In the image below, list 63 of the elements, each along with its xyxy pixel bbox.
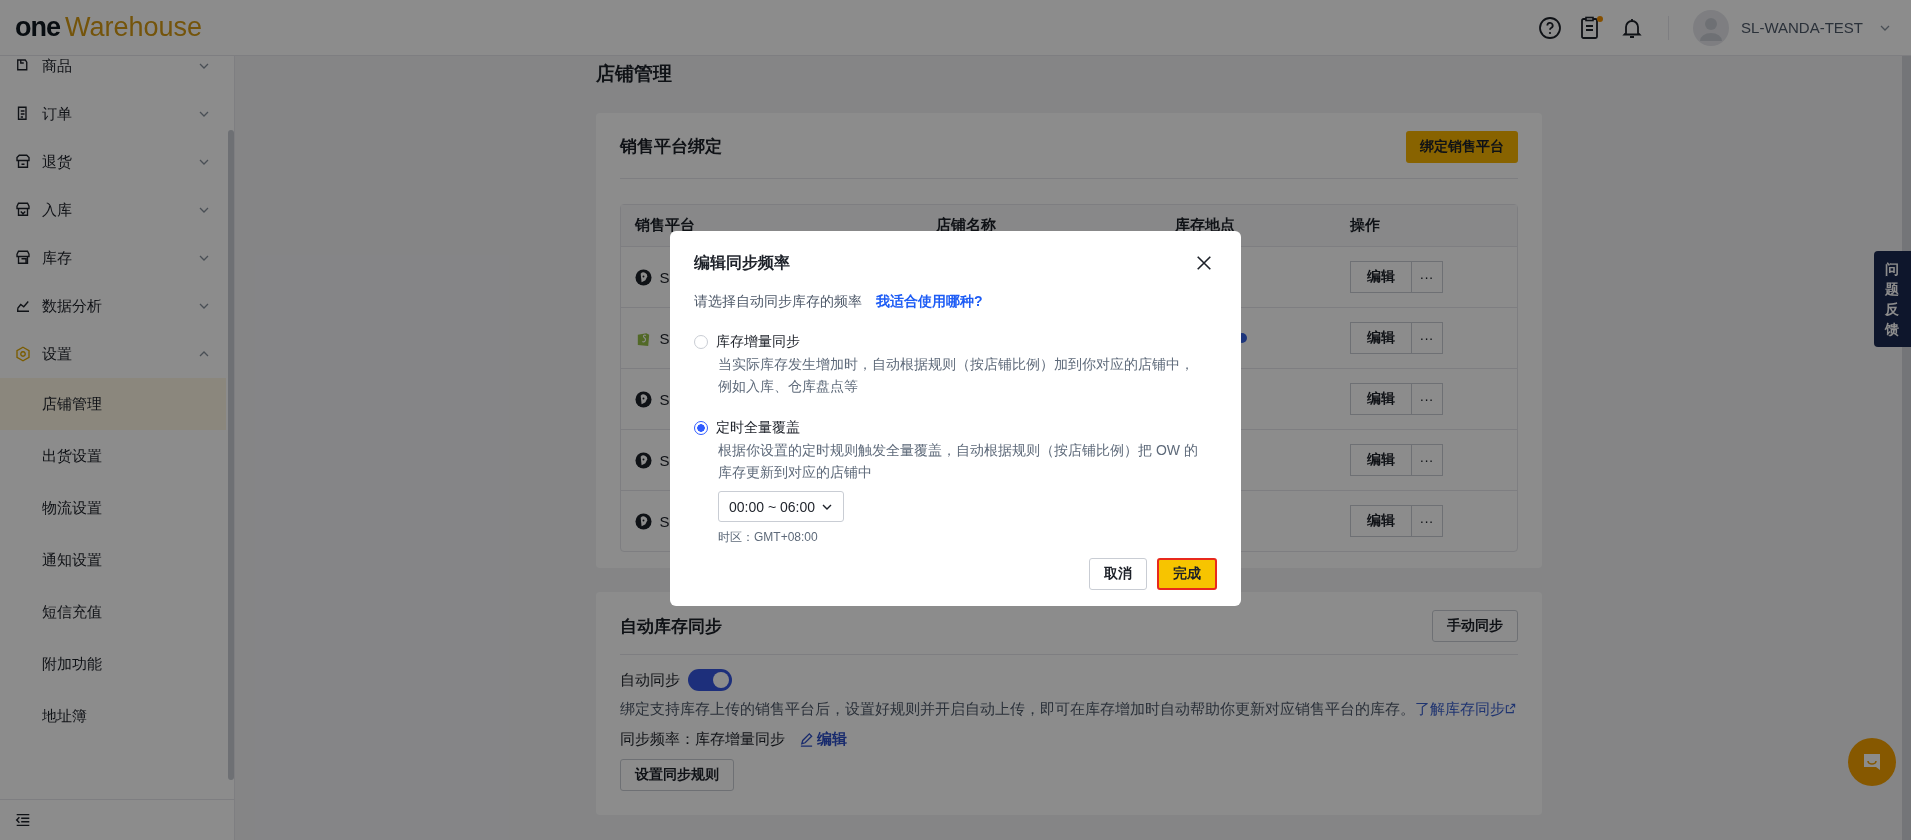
more-button[interactable]: ··· [1411, 322, 1443, 354]
clipboard-icon[interactable] [1578, 14, 1605, 41]
edit-button[interactable]: 编辑 [1349, 444, 1412, 476]
sync-description: 绑定支持库存上传的销售平台后，设置好规则并开启自动上传，即可在库存增加时自动帮助你更新对应销售平台的库存。了解库存同步 [619, 698, 1518, 720]
store-platform: S [659, 451, 670, 469]
edit-button[interactable]: 编辑 [1349, 261, 1412, 293]
round-logo-icon [634, 390, 652, 408]
close-icon[interactable] [1195, 254, 1213, 272]
sidebar-subitem[interactable]: 地址簿 [0, 690, 226, 742]
option-label[interactable]: 库存增量同步 [716, 333, 800, 351]
round-logo-icon [634, 451, 652, 469]
round-logo-icon [634, 268, 652, 286]
more-button[interactable]: ··· [1411, 505, 1443, 537]
sync-rules-button[interactable]: 设置同步规则 [619, 759, 734, 791]
edit-button[interactable]: 编辑 [1349, 322, 1412, 354]
column-header: 销售平台 [634, 216, 696, 235]
sidebar-subitem[interactable]: 出货设置 [0, 430, 226, 482]
more-button[interactable]: ··· [1411, 261, 1443, 293]
timezone-text: 时区：GMT+08:00 [718, 529, 819, 546]
auto-sync-label: 自动同步 [619, 670, 680, 690]
learn-sync-link[interactable]: 了解库存同步 [1414, 700, 1516, 717]
manual-sync-button[interactable]: 手动同步 [1431, 610, 1518, 642]
edit-button[interactable]: 编辑 [1349, 383, 1412, 415]
scrollbar[interactable] [228, 130, 234, 780]
external-link-icon[interactable] [1504, 703, 1516, 714]
card-title: 销售平台绑定 [619, 136, 722, 158]
store-platform: S [659, 329, 670, 347]
help-link[interactable]: 我适合使用哪种? [876, 293, 983, 311]
column-header: 操作 [1349, 216, 1381, 235]
option-description: 当实际库存发生增加时，自动根据规则（按店铺比例）加到你对应的店铺中， 例如入库、仓库盘点等 [717, 355, 1195, 396]
logo[interactable]: one Warehouse [15, 14, 203, 41]
edit-button[interactable]: 编辑 [1349, 505, 1412, 537]
more-button[interactable]: ··· [1411, 444, 1443, 476]
store-platform: S [659, 512, 670, 530]
sidebar-subitem[interactable]: 物流设置 [0, 482, 226, 534]
card-title: 自动库存同步 [619, 615, 722, 638]
cancel-button[interactable]: 取消 [1089, 558, 1147, 590]
dialog-title: 编辑同步频率 [694, 252, 790, 273]
sync-frequency-text: 同步频率：库存增量同步 [619, 729, 785, 749]
store-platform: S [659, 268, 670, 286]
radio-button[interactable] [694, 421, 708, 435]
edit-link[interactable]: 编辑 [798, 729, 847, 749]
feedback-tab[interactable]: 问题反馈 [1874, 251, 1911, 347]
pencil-icon[interactable] [798, 731, 814, 747]
page-title: 店铺管理 [595, 62, 673, 86]
sidebar-subitem[interactable]: 短信充值 [0, 586, 226, 638]
option-label[interactable]: 定时全量覆盖 [716, 419, 800, 437]
option-description: 根据你设置的定时规则触发全量覆盖，自动根据规则（按店铺比例）把 OW 的 库存更新到对应的店铺中 [717, 441, 1199, 482]
round-logo-icon [634, 512, 652, 530]
auto-sync-toggle[interactable] [687, 669, 732, 691]
sidebar-subitem[interactable]: 通知设置 [0, 534, 226, 586]
store-platform: S [659, 390, 670, 408]
user-name[interactable]: SL-WANDA-TEST [1741, 19, 1863, 36]
confirm-button[interactable]: 完成 [1157, 558, 1217, 590]
collapse-menu-icon[interactable] [14, 811, 32, 829]
bind-platform-button[interactable]: 绑定销售平台 [1405, 130, 1518, 163]
dialog-prompt: 请选择自动同步库存的频率 [694, 293, 862, 311]
time-range-select[interactable]: 00:00 ~ 06:00 [718, 491, 845, 522]
sidebar-subitem[interactable]: 店铺管理 [0, 378, 226, 430]
sidebar-item[interactable]: 商品 [0, 56, 234, 90]
sidebar-subitem[interactable]: 附加功能 [0, 638, 226, 690]
more-button[interactable]: ··· [1411, 383, 1443, 415]
help-icon[interactable] [1538, 15, 1563, 40]
